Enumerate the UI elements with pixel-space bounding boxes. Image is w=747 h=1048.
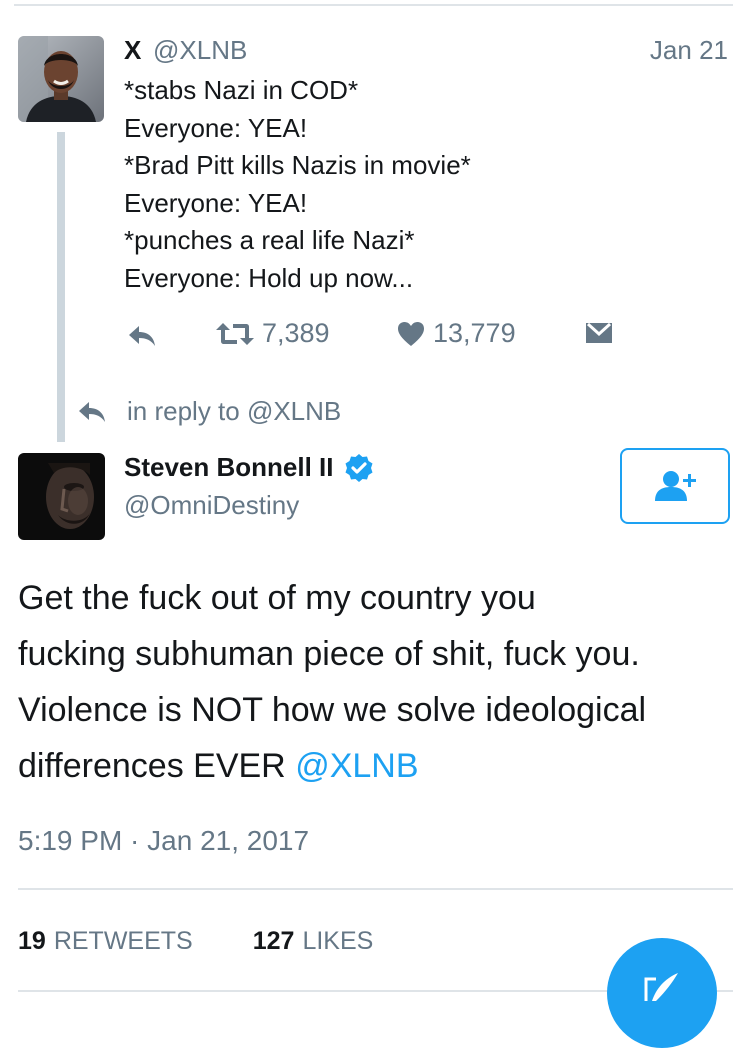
verified-badge-icon: [345, 453, 372, 482]
parent-tweet-line: Everyone: Hold up now...: [124, 262, 414, 293]
like-count: 13,779: [433, 318, 516, 348]
tweet-timestamp: 5:19 PM · Jan 21, 2017: [18, 825, 310, 856]
add-user-icon: [655, 471, 696, 501]
parent-author-handle[interactable]: @XLNB: [153, 35, 247, 66]
parent-author-name[interactable]: X: [124, 35, 141, 66]
parent-tweet-line: *stabs Nazi in COD*: [124, 75, 359, 105]
parent-tweet-date[interactable]: Jan 21: [650, 35, 728, 66]
main-author-name: Steven Bonnell II: [124, 452, 334, 482]
retweet-button[interactable]: 7,389: [215, 318, 330, 349]
parent-tweet-line: *Brad Pitt kills Nazis in movie*: [124, 150, 471, 181]
parent-tweet-line: *punches a real life Nazi*: [124, 225, 415, 256]
parent-tweet-line: Everyone: YEA!: [124, 187, 308, 218]
parent-tweet-line: Everyone: YEA!: [124, 112, 308, 143]
retweets-label: RETWEETS: [53, 927, 193, 955]
main-tweet-text: Get the fuck out of my country you fucki…: [18, 570, 738, 794]
main-tweet-line-last: differences EVER @XLNB: [18, 738, 738, 794]
top-divider: [14, 4, 733, 6]
retweets-count: 19: [18, 927, 46, 955]
reply-icon: [129, 326, 155, 346]
main-tweet-line: Violence is NOT how we solve ideological: [18, 691, 647, 729]
reply-icon: [79, 401, 105, 422]
reply-button[interactable]: [127, 324, 157, 348]
in-reply-to[interactable]: in reply to @XLNB: [77, 396, 341, 427]
tweet-stats: 19 RETWEETS 127 LIKES: [18, 927, 373, 956]
avatar-omnidestiny[interactable]: [18, 453, 105, 540]
compose-tweet-button[interactable]: [607, 938, 717, 1048]
mention-link[interactable]: @XLNB: [295, 747, 418, 785]
in-reply-to-text: in reply to @XLNB: [127, 396, 342, 426]
envelope-icon: [586, 322, 612, 343]
likes-stat[interactable]: 127 LIKES: [253, 927, 374, 956]
direct-message-button[interactable]: [585, 322, 613, 344]
main-author-handle[interactable]: @OmniDestiny: [124, 490, 299, 521]
likes-count: 127: [252, 927, 295, 955]
parent-tweet-actions: 7,389 13,779: [0, 318, 747, 358]
parent-tweet-text: *stabs Nazi in COD* Everyone: YEA! *Brad…: [124, 72, 684, 298]
retweets-stat[interactable]: 19 RETWEETS: [18, 927, 193, 956]
retweet-count: 7,389: [262, 318, 330, 348]
avatar-xlnb[interactable]: [18, 36, 104, 122]
main-tweet-line: Get the fuck out of my country you: [18, 579, 536, 617]
divider: [18, 888, 733, 890]
likes-label: LIKES: [302, 927, 374, 955]
main-tweet-line-text: differences EVER: [18, 747, 296, 785]
follow-button[interactable]: [620, 448, 730, 524]
like-button[interactable]: 13,779: [397, 318, 516, 349]
heart-icon: [398, 321, 424, 346]
thread-connector-line: [57, 132, 65, 442]
retweet-icon: [216, 322, 254, 345]
main-author[interactable]: Steven Bonnell II: [124, 452, 374, 483]
main-tweet-line: fucking subhuman piece of shit, fuck you…: [18, 635, 640, 673]
